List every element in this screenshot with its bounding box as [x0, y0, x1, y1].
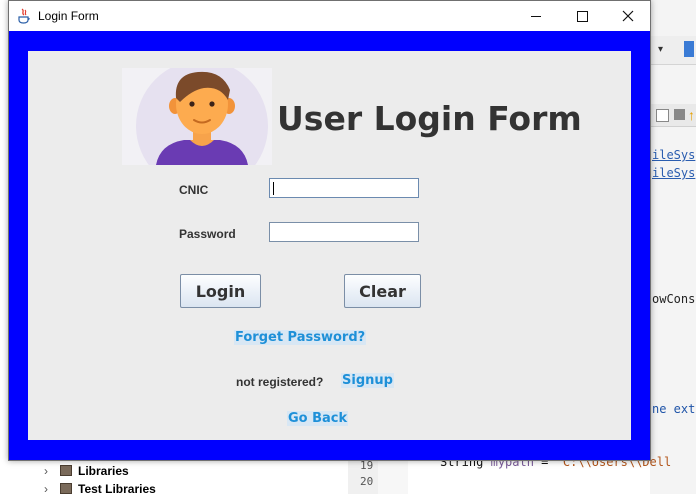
ide-code-line: ileSys [652, 166, 695, 180]
close-icon[interactable] [605, 1, 651, 31]
not-registered-text: not registered? [236, 375, 324, 389]
minimize-icon[interactable] [513, 1, 559, 31]
ide-code-line: ne ext [652, 402, 695, 416]
line-number-gutter: 19 20 [348, 459, 379, 494]
code-fragment: owCons [652, 292, 696, 306]
text-caret [273, 182, 274, 195]
bookmark-icon[interactable]: ↑ [688, 107, 695, 123]
cnic-field[interactable] [269, 178, 419, 198]
user-avatar [122, 68, 272, 165]
form-heading: User Login Form [277, 99, 582, 138]
ide-editor-toolbar: ↑ [650, 104, 696, 127]
library-icon [60, 483, 72, 494]
ide-toolbar: ▾ [650, 36, 696, 65]
library-icon [60, 465, 72, 476]
ide-code-line: owCons [652, 292, 695, 306]
password-label: Password [179, 227, 236, 241]
editor-tool-icon[interactable] [674, 109, 685, 120]
blue-border-frame: User Login Form CNIC Password Login Clea… [9, 31, 650, 460]
dropdown-arrow-icon[interactable]: ▾ [658, 44, 663, 55]
code-fragment: ileSys [652, 166, 696, 180]
signup-link[interactable]: Signup [341, 373, 394, 388]
login-panel: User Login Form CNIC Password Login Clea… [28, 51, 631, 440]
login-button[interactable]: Login [180, 274, 261, 308]
project-tree: › Libraries › Test Libraries [0, 460, 348, 496]
chevron-right-icon[interactable]: › [44, 464, 56, 478]
cnic-label: CNIC [179, 183, 209, 197]
maximize-icon[interactable] [559, 1, 605, 31]
login-window: Login Form User Login Form CNIC Password… [8, 0, 651, 461]
title-bar[interactable]: Login Form [9, 1, 650, 31]
tree-item-libraries[interactable]: › Libraries [44, 464, 129, 478]
ide-code-line: ileSys [652, 148, 695, 162]
code-fragment: ileSys [652, 148, 696, 162]
editor-tool-icon[interactable] [656, 109, 669, 122]
clear-button[interactable]: Clear [344, 274, 421, 308]
ide-code-fragment [652, 72, 659, 86]
toolbar-icon[interactable] [684, 41, 694, 57]
tree-item-label: Libraries [78, 464, 129, 478]
go-back-link[interactable]: Go Back [287, 411, 349, 426]
forget-password-link[interactable]: Forget Password? [234, 330, 367, 345]
window-title: Login Form [38, 9, 99, 23]
code-fragment: ne ext [652, 402, 696, 416]
password-field[interactable] [269, 222, 419, 242]
fold-gutter [378, 460, 408, 494]
line-number: 20 [360, 475, 374, 488]
java-app-icon [18, 8, 30, 24]
